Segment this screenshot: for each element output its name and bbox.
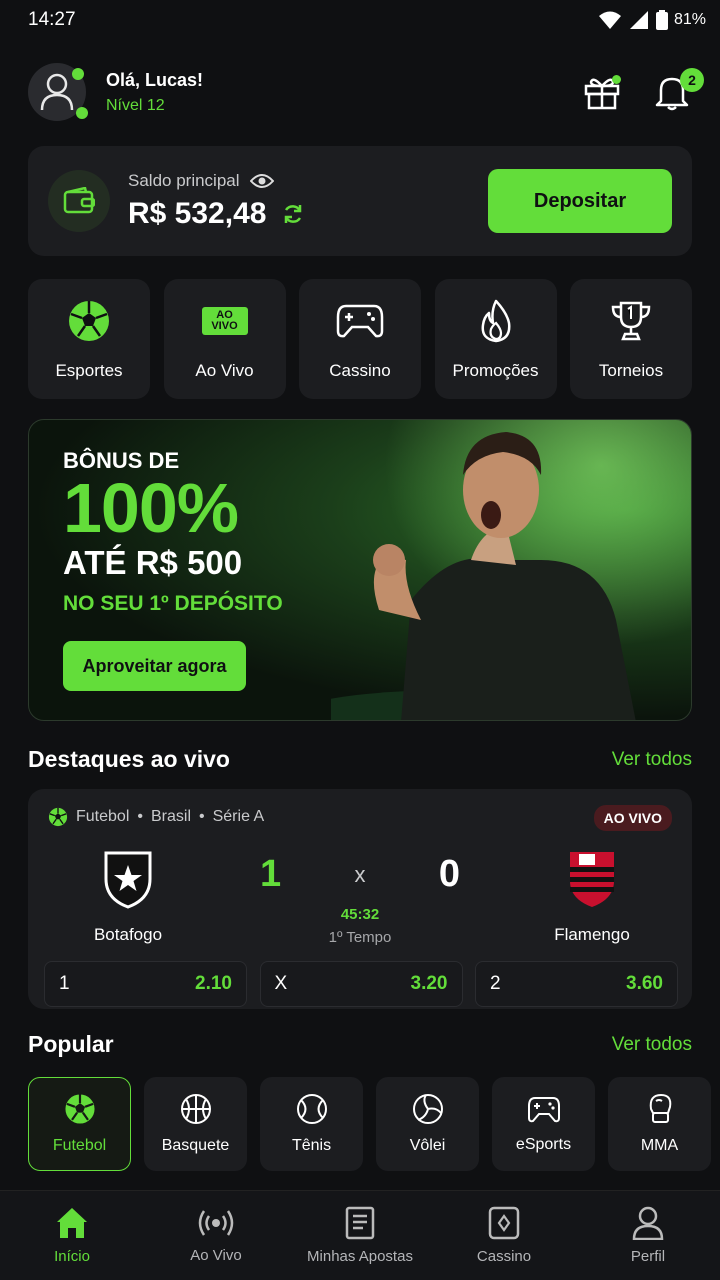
wallet-icon — [48, 170, 110, 232]
see-all-link[interactable]: Ver todos — [612, 1034, 692, 1056]
gamepad-icon — [336, 304, 384, 338]
nav-minhas-apostas[interactable]: Minhas Apostas — [290, 1206, 430, 1265]
popular-section-header: Popular Ver todos — [28, 1031, 692, 1058]
soccer-ball-icon — [69, 301, 109, 341]
category-torneios[interactable]: Torneios — [570, 279, 692, 399]
balance-amount: R$ 532,48 — [128, 197, 267, 230]
ticket-icon — [345, 1206, 375, 1240]
sport-basquete[interactable]: Basquete — [144, 1077, 247, 1171]
sport-mma[interactable]: MMA — [608, 1077, 711, 1171]
nav-perfil[interactable]: Perfil — [578, 1206, 718, 1265]
tennis-ball-icon — [296, 1094, 327, 1124]
broadcast-icon — [198, 1210, 234, 1236]
eye-icon[interactable] — [249, 173, 274, 189]
category-cassino[interactable]: Cassino — [299, 279, 421, 399]
banner-condition: NO SEU 1º DEPÓSITO — [63, 592, 283, 615]
balance-label: Saldo principal — [128, 171, 240, 190]
away-team: Flamengo — [502, 847, 682, 945]
banner-amount: ATÉ R$ 500 — [63, 544, 243, 581]
sport-volei[interactable]: Vôlei — [376, 1077, 479, 1171]
flamengo-crest-icon — [570, 852, 614, 907]
home-score: 1 — [260, 853, 282, 895]
odds-row: 1 2.10 X 3.20 2 3.60 — [44, 961, 678, 1007]
nav-cassino[interactable]: Cassino — [434, 1206, 574, 1265]
scoreboard: 1 x 0 — [260, 853, 460, 896]
section-title: Popular — [28, 1031, 114, 1057]
wifi-icon — [598, 11, 621, 29]
banner-percentage: 100% — [63, 469, 239, 547]
bottom-navigation: Início Ao Vivo Minhas Apostas Cassino Pe… — [0, 1190, 720, 1280]
banner-cta-button[interactable]: Aproveitar agora — [63, 641, 246, 691]
notifications-button[interactable]: 2 — [652, 68, 704, 112]
live-match-card[interactable]: Futebol • Brasil • Série A AO VIVO Botafog… — [28, 789, 692, 1009]
section-title: Destaques ao vivo — [28, 746, 230, 772]
category-shortcuts: Esportes AO VIVO Ao Vivo Cassino Promoçõ… — [28, 279, 692, 399]
trophy-icon — [611, 301, 651, 341]
player-illustration — [331, 420, 691, 720]
gift-button[interactable] — [582, 72, 622, 112]
live-section-header: Destaques ao vivo Ver todos — [28, 746, 692, 773]
sport-esports[interactable]: eSports — [492, 1077, 595, 1171]
user-icon — [40, 73, 74, 111]
match-clock: 45:32 — [340, 906, 380, 923]
volleyball-icon — [412, 1094, 443, 1124]
score-separator: x — [354, 861, 366, 887]
boxing-glove-icon — [649, 1093, 671, 1123]
online-dot-top — [72, 68, 84, 80]
controller-icon — [527, 1097, 560, 1123]
match-time: 45:32 1º Tempo — [260, 906, 460, 946]
status-bar: 14:27 81% — [0, 0, 720, 40]
home-icon — [57, 1208, 87, 1238]
notification-count: 2 — [680, 68, 704, 92]
user-header: Olá, Lucas! Nível 12 2 — [28, 62, 704, 122]
away-score: 0 — [438, 853, 460, 895]
popular-sports: Futebol Basquete Tênis Vôlei eSports MMA — [28, 1077, 720, 1171]
sport-futebol[interactable]: Futebol — [28, 1077, 131, 1171]
nav-ao-vivo[interactable]: Ao Vivo — [146, 1207, 286, 1264]
balance-card: Saldo principal R$ 532,48 Depositar — [28, 146, 692, 256]
deposit-button[interactable]: Depositar — [488, 169, 672, 233]
live-badge: AO VIVO — [593, 805, 672, 831]
basketball-icon — [180, 1094, 211, 1124]
away-team-name: Flamengo — [554, 925, 630, 944]
person-icon — [632, 1206, 664, 1240]
home-team-name: Botafogo — [93, 925, 163, 944]
see-all-link[interactable]: Ver todos — [612, 749, 692, 771]
status-time: 14:27 — [28, 9, 76, 30]
card-icon — [488, 1206, 520, 1240]
promo-banner[interactable]: BÔNUS DE 100% ATÉ R$ 500 NO SEU 1º DEPÓS… — [28, 419, 692, 721]
avatar[interactable] — [28, 63, 88, 121]
botafogo-crest-icon — [104, 851, 152, 909]
user-greeting: Olá, Lucas! — [106, 69, 204, 90]
online-dot — [76, 107, 88, 119]
signal-icon — [629, 11, 648, 29]
match-period: 1º Tempo — [328, 929, 392, 946]
odd-away[interactable]: 2 3.60 — [475, 961, 678, 1007]
ao-vivo-badge: AO VIVO — [201, 307, 248, 335]
gift-indicator — [612, 75, 621, 84]
flame-icon — [481, 299, 510, 343]
odd-draw[interactable]: X 3.20 — [259, 961, 463, 1007]
match-league: Futebol • Brasil • Série A — [48, 807, 264, 827]
refresh-icon[interactable] — [282, 203, 304, 225]
soccer-ball-icon — [64, 1094, 95, 1124]
battery-icon — [655, 10, 668, 30]
user-level: Nível 12 — [106, 96, 165, 114]
nav-inicio[interactable]: Início — [2, 1206, 142, 1265]
odd-home[interactable]: 1 2.10 — [44, 961, 247, 1007]
category-ao-vivo[interactable]: AO VIVO Ao Vivo — [163, 279, 286, 399]
category-esportes[interactable]: Esportes — [28, 279, 150, 399]
soccer-ball-icon — [48, 807, 68, 827]
category-promocoes[interactable]: Promoções — [434, 279, 557, 399]
sport-tenis[interactable]: Tênis — [260, 1077, 363, 1171]
battery-level: 81% — [673, 11, 706, 28]
home-team: Botafogo — [38, 847, 218, 945]
